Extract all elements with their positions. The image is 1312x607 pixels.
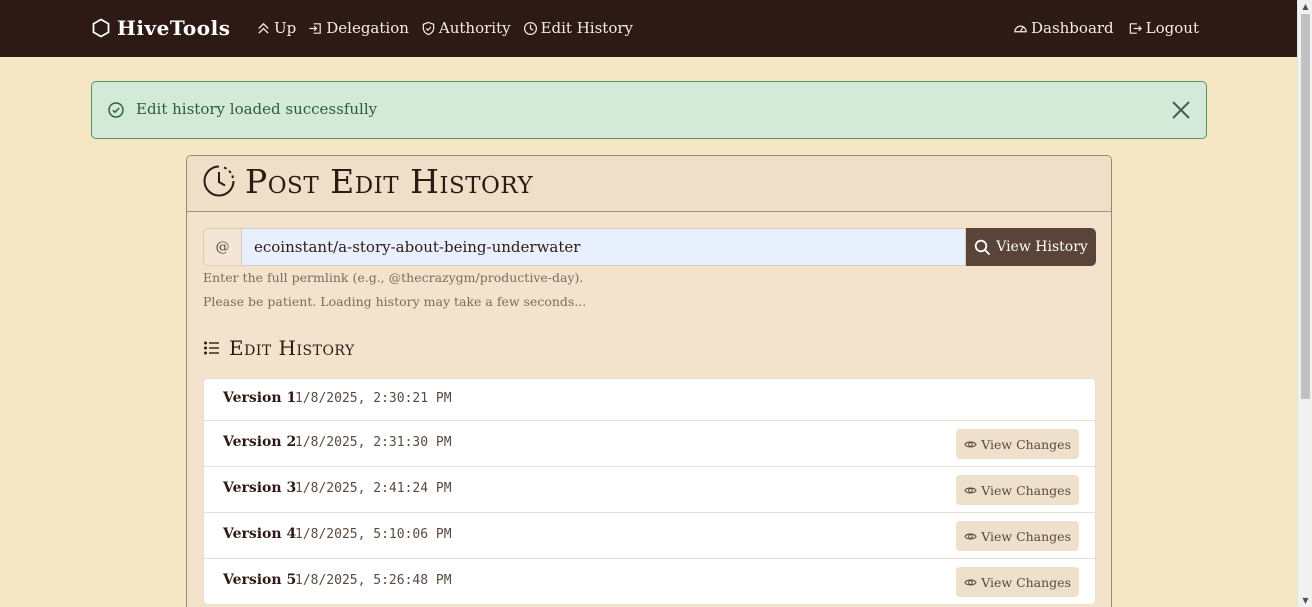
at-prefix: @ (203, 228, 241, 266)
edit-history-card: Post Edit History @ View History Enter t… (186, 155, 1112, 607)
brand-name: HiveTools (117, 16, 231, 40)
alert-message: Edit history loaded successfully (136, 100, 378, 118)
list-item: Version 4 1/8/2025, 5:10:06 PM View Chan… (204, 512, 1095, 558)
nav-label-logout: Logout (1145, 19, 1199, 37)
shield-check-icon (422, 21, 435, 35)
scroll-up-arrow-icon[interactable]: ▲ (1301, 2, 1310, 11)
list-item: Version 3 1/8/2025, 2:41:24 PM View Chan… (204, 466, 1095, 512)
view-changes-label: View Changes (981, 482, 1071, 498)
scroll-down-arrow-icon[interactable]: ▼ (1301, 596, 1310, 605)
check-circle-icon (108, 102, 124, 118)
version-label: Version 5 (223, 572, 297, 588)
logout-icon (1129, 22, 1142, 34)
version-label: Version 4 (223, 526, 297, 542)
login-arrow-icon (309, 22, 322, 34)
speedometer-icon (1014, 25, 1027, 32)
edit-history-heading: Edit History (203, 336, 355, 360)
nav-label-authority: Authority (438, 19, 511, 37)
nav-link-edit-history[interactable]: Edit History (523, 17, 633, 39)
clock-history-icon (203, 165, 235, 197)
view-changes-button[interactable]: View Changes (956, 521, 1079, 551)
eye-icon (964, 533, 977, 539)
view-changes-button[interactable]: View Changes (956, 475, 1079, 505)
nav-link-authority[interactable]: Authority (421, 17, 511, 39)
view-changes-label: View Changes (981, 528, 1071, 544)
success-alert: Edit history loaded successfully (91, 81, 1207, 139)
help-text-permlink: Enter the full permlink (e.g., @thecrazy… (203, 270, 584, 285)
view-history-label: View History (996, 239, 1088, 255)
view-changes-label: View Changes (981, 574, 1071, 590)
list-icon (204, 341, 219, 355)
help-text-patience: Please be patient. Loading history may t… (203, 294, 587, 309)
version-list: Version 1 1/8/2025, 2:30:21 PM Version 2… (203, 378, 1096, 605)
nav-label-edit-history: Edit History (540, 19, 634, 37)
version-label: Version 3 (223, 480, 297, 496)
nav-link-up[interactable]: Up (256, 17, 296, 39)
nav-label-up: Up (274, 19, 297, 37)
view-changes-button[interactable]: View Changes (956, 567, 1079, 597)
nav-main-links: Up Delegation Authority Edit History (256, 17, 633, 39)
nav-link-logout[interactable]: Logout (1128, 17, 1199, 39)
eye-icon (964, 441, 977, 447)
page-title: Post Edit History (245, 162, 534, 201)
version-timestamp: 1/8/2025, 2:30:21 PM (295, 391, 452, 406)
version-label: Version 1 (223, 390, 297, 406)
eye-icon (964, 487, 977, 493)
version-timestamp: 1/8/2025, 5:10:06 PM (295, 527, 452, 542)
nav-link-dashboard[interactable]: Dashboard (1013, 17, 1114, 39)
view-history-button[interactable]: View History (966, 228, 1096, 266)
hexagon-logo-icon (92, 18, 110, 38)
top-navbar: HiveTools Up Delegation Authority Edit H… (0, 0, 1297, 57)
scrollbar-thumb[interactable] (1301, 14, 1310, 399)
permlink-input[interactable] (241, 228, 966, 266)
list-item: Version 2 1/8/2025, 2:31:30 PM View Chan… (204, 420, 1095, 466)
permlink-search-group: @ View History (203, 228, 1096, 266)
version-timestamp: 1/8/2025, 2:31:30 PM (295, 435, 452, 450)
list-item: Version 5 1/8/2025, 5:26:48 PM View Chan… (204, 558, 1095, 604)
page-scrollbar[interactable]: ▲ ▼ (1297, 0, 1312, 607)
nav-link-delegation[interactable]: Delegation (308, 17, 409, 39)
nav-user-links: Dashboard Logout (1013, 17, 1199, 39)
close-icon[interactable] (1170, 99, 1192, 121)
chevrons-up-icon (258, 22, 269, 34)
nav-label-dashboard: Dashboard (1030, 19, 1114, 37)
eye-icon (964, 579, 977, 585)
card-header: Post Edit History (187, 156, 1111, 212)
brand-link[interactable]: HiveTools (91, 14, 230, 42)
version-timestamp: 1/8/2025, 2:41:24 PM (295, 481, 452, 496)
search-icon (975, 239, 991, 255)
clock-history-icon (523, 21, 537, 35)
view-changes-button[interactable]: View Changes (956, 429, 1079, 459)
version-timestamp: 1/8/2025, 5:26:48 PM (295, 573, 452, 588)
list-item: Version 1 1/8/2025, 2:30:21 PM (204, 379, 1095, 420)
section-title-text: Edit History (229, 336, 355, 360)
view-changes-label: View Changes (981, 436, 1071, 452)
nav-label-delegation: Delegation (326, 19, 409, 37)
version-label: Version 2 (223, 434, 297, 450)
